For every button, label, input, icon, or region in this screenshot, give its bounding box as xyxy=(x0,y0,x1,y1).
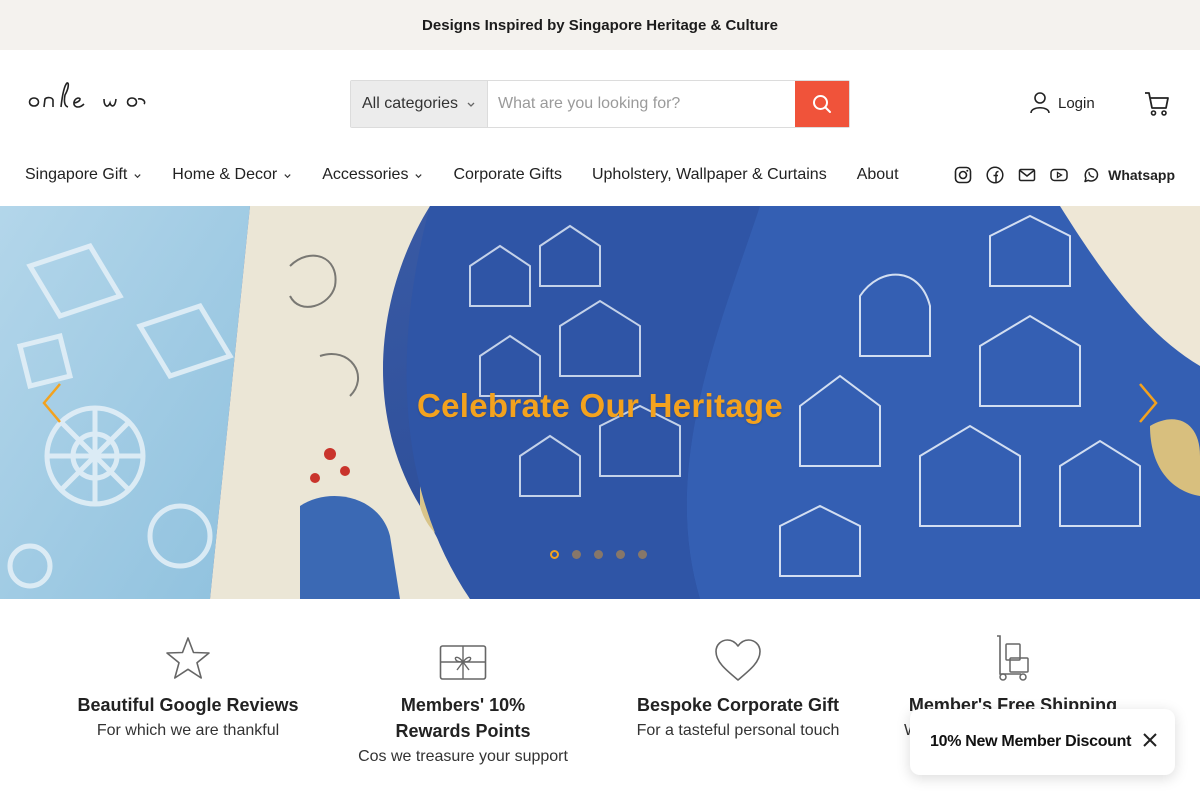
feature-subtitle: For a tasteful personal touch xyxy=(636,722,840,739)
cart-icon xyxy=(1145,92,1169,116)
feature-corporate-gift: Bespoke Corporate Gift For a tasteful pe… xyxy=(613,634,863,740)
main-navigation: Singapore Gift Home & Decor Accessories … xyxy=(0,155,1200,206)
nav-item-label: Corporate Gifts xyxy=(453,166,562,183)
carousel-prev-button[interactable] xyxy=(40,382,64,424)
nav-item-label: Accessories xyxy=(322,166,409,183)
whatsapp-link[interactable]: Whatsapp xyxy=(1082,166,1175,184)
site-header: All categories Login xyxy=(0,50,1200,155)
youtube-icon xyxy=(1050,168,1068,182)
nav-item-label: Upholstery, Wallpaper & Curtains xyxy=(591,166,827,183)
announcement-bar: Designs Inspired by Singapore Heritage &… xyxy=(0,0,1200,50)
whatsapp-icon xyxy=(1084,168,1099,183)
carousel-dot-4[interactable] xyxy=(616,550,625,559)
chevron-down-icon xyxy=(284,173,291,178)
category-select[interactable]: All categories xyxy=(351,81,488,127)
search-button[interactable] xyxy=(795,81,849,127)
hero-carousel[interactable]: Celebrate Our Heritage xyxy=(0,206,1200,599)
heart-icon xyxy=(715,639,761,681)
facebook-link[interactable] xyxy=(986,166,1004,184)
nav-item-singapore-gift[interactable]: Singapore Gift xyxy=(25,166,142,184)
nav-item-about[interactable]: About xyxy=(857,166,899,184)
login-link[interactable]: Login xyxy=(1030,92,1095,114)
feature-google-reviews: Beautiful Google Reviews For which we ar… xyxy=(63,634,313,740)
chevron-down-icon xyxy=(134,173,141,178)
carousel-next-button[interactable] xyxy=(1136,382,1160,424)
nav-item-corporate-gifts[interactable]: Corporate Gifts xyxy=(453,166,561,184)
brand-logo[interactable] xyxy=(28,78,158,118)
hero-headline: Celebrate Our Heritage xyxy=(416,387,784,424)
chevron-down-icon xyxy=(415,173,423,178)
youtube-link[interactable] xyxy=(1050,166,1068,184)
carousel-dot-5[interactable] xyxy=(638,550,647,559)
chevron-down-icon xyxy=(467,102,475,107)
member-discount-popup[interactable]: 10% New Member Discount xyxy=(910,709,1175,775)
carousel-dot-2[interactable] xyxy=(572,550,581,559)
carousel-dot-1[interactable] xyxy=(550,550,559,559)
login-label: Login xyxy=(1058,94,1095,112)
star-icon xyxy=(166,637,210,679)
nav-item-accessories[interactable]: Accessories xyxy=(322,166,423,184)
social-links: Whatsapp xyxy=(940,166,1175,184)
feature-title: Bespoke Corporate Gift xyxy=(636,695,840,715)
feature-title: Beautiful Google Reviews xyxy=(77,695,299,715)
nav-item-upholstery[interactable]: Upholstery, Wallpaper & Curtains xyxy=(592,166,827,184)
close-icon[interactable] xyxy=(1143,733,1157,747)
carousel-dots xyxy=(550,550,660,559)
feature-title: Members' 10% Rewards Points xyxy=(395,695,531,741)
gift-card-icon xyxy=(439,645,487,680)
user-icon xyxy=(1030,92,1050,114)
onlewo-logo-icon xyxy=(28,82,146,108)
search-icon xyxy=(813,95,831,113)
nav-item-label: About xyxy=(856,166,899,183)
announcement-text: Designs Inspired by Singapore Heritage &… xyxy=(422,16,778,34)
delivery-icon xyxy=(997,635,1029,681)
facebook-icon xyxy=(986,166,1004,184)
member-discount-text: 10% New Member Discount xyxy=(930,733,1132,750)
nav-item-label: Home & Decor xyxy=(172,166,278,183)
cart-button[interactable] xyxy=(1143,90,1171,123)
feature-subtitle: For which we are thankful xyxy=(96,722,280,739)
instagram-link[interactable] xyxy=(954,166,972,184)
instagram-icon xyxy=(954,166,972,184)
email-link[interactable] xyxy=(1018,166,1036,184)
feature-rewards-points: Members' 10% Rewards Points Cos we treas… xyxy=(338,634,588,766)
search-bar: All categories xyxy=(350,80,850,128)
mail-icon xyxy=(1018,168,1036,182)
category-select-label: All categories xyxy=(362,95,459,112)
search-input[interactable] xyxy=(488,81,795,127)
whatsapp-label: Whatsapp xyxy=(1108,167,1175,183)
feature-subtitle: Cos we treasure your support xyxy=(358,748,568,765)
carousel-dot-3[interactable] xyxy=(594,550,603,559)
nav-item-home-decor[interactable]: Home & Decor xyxy=(172,166,292,184)
nav-item-label: Singapore Gift xyxy=(25,166,128,183)
